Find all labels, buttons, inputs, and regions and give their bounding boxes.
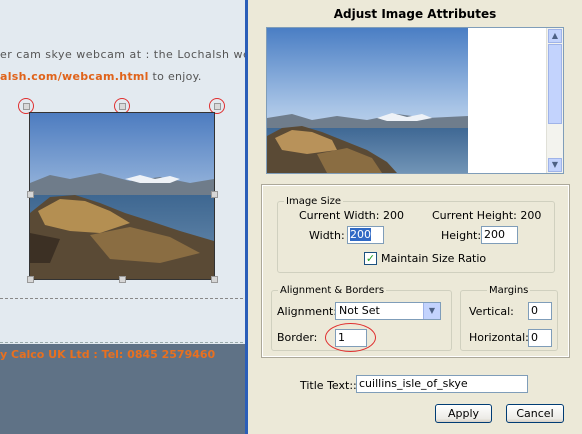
dialog-title: Adjust Image Attributes — [333, 7, 497, 21]
image-size-legend: Image Size — [286, 196, 342, 207]
scrollbar-thumb[interactable] — [548, 44, 562, 124]
checkmark-icon: ✓ — [365, 252, 376, 265]
resize-handle-middle-right[interactable] — [211, 191, 218, 198]
body-text: er cam skye webcam at : the Lochalsh we — [0, 48, 248, 61]
title-text-label: Title Text:: — [300, 379, 357, 392]
selected-image[interactable] — [27, 112, 218, 283]
current-width-label: Current Width: 200 — [299, 209, 404, 222]
resize-handle-bottom-right[interactable] — [211, 276, 218, 283]
resize-handle-bottom-center[interactable] — [119, 276, 126, 283]
chevron-down-icon[interactable]: ▼ — [548, 158, 562, 172]
chevron-down-icon: ▼ — [423, 303, 440, 319]
width-input[interactable]: 200 — [347, 226, 384, 244]
attributes-panel: Image Size Current Width: 200 Current He… — [261, 184, 570, 358]
content-divider — [0, 298, 248, 299]
horizontal-margin-input[interactable]: 0 — [528, 329, 552, 347]
vertical-label: Vertical: — [469, 305, 514, 318]
maintain-ratio-checkbox[interactable]: ✓ — [364, 252, 377, 265]
apply-button[interactable]: Apply — [435, 404, 492, 423]
chevron-up-icon[interactable]: ▲ — [548, 29, 562, 43]
body-text-rest: to enjoy. — [148, 70, 202, 83]
height-input[interactable]: 200 — [481, 226, 518, 244]
image-preview[interactable]: ▲ ▼ — [266, 27, 564, 174]
resize-handle-middle-left[interactable] — [27, 191, 34, 198]
preview-image — [267, 28, 468, 173]
maintain-ratio-label: Maintain Size Ratio — [381, 252, 487, 265]
horizontal-label: Horizontal: — [469, 331, 529, 344]
webcam-link[interactable]: alsh.com/webcam.html — [0, 70, 149, 83]
margins-legend: Margins — [489, 285, 529, 296]
current-height-label: Current Height: 200 — [432, 209, 542, 222]
cancel-button[interactable]: Cancel — [506, 404, 564, 423]
alignment-select[interactable]: Not Set ▼ — [335, 302, 441, 320]
editor-canvas[interactable]: er cam skye webcam at : the Lochalsh we … — [0, 0, 248, 434]
vertical-margin-input[interactable]: 0 — [528, 302, 552, 320]
height-label: Height: — [441, 229, 482, 242]
resize-handle-bottom-left[interactable] — [27, 276, 34, 283]
width-label: Width: — [309, 229, 345, 242]
title-text-input[interactable]: cuillins_isle_of_skye — [356, 375, 528, 393]
footer-contact-text: y Calco UK Ltd : Tel: 0845 2579460 — [0, 348, 216, 361]
preview-scrollbar[interactable]: ▲ ▼ — [546, 28, 563, 173]
alignment-borders-legend: Alignment & Borders — [280, 285, 385, 296]
skye-landscape-image — [30, 113, 214, 279]
footer-band: y Calco UK Ltd : Tel: 0845 2579460 — [0, 342, 248, 434]
adjust-image-dialog: Adjust Image Attributes ▲ ▼ Image Size C… — [245, 0, 582, 434]
footer-divider — [0, 342, 248, 343]
border-label: Border: — [277, 331, 318, 344]
border-highlight-annotation — [325, 323, 376, 352]
body-text-link-line: alsh.com/webcam.html to enjoy. — [0, 70, 202, 83]
alignment-label: Alignment: — [277, 305, 338, 318]
